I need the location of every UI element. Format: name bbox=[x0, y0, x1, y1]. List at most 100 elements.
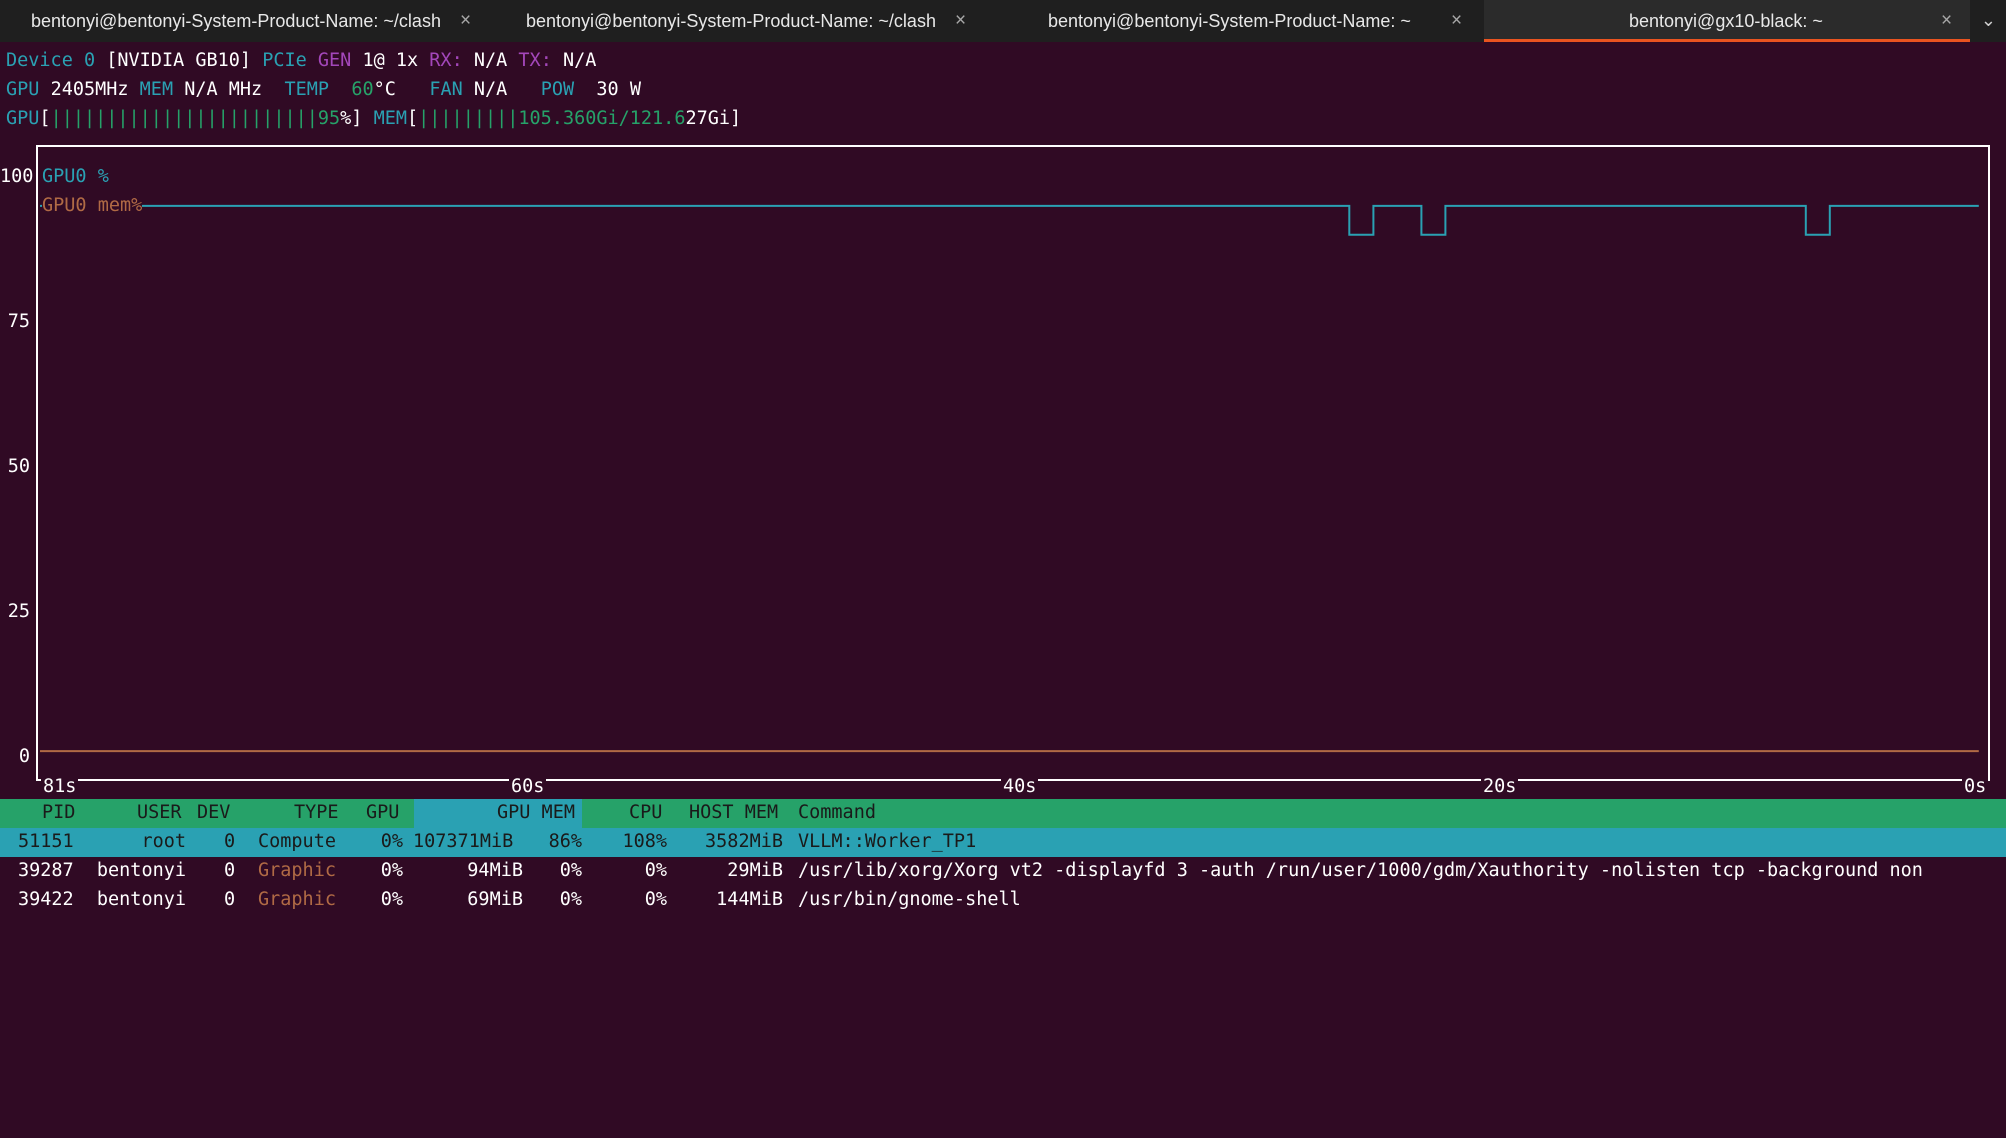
gpu-bar-open: [ bbox=[39, 108, 51, 129]
col-host-mem[interactable]: HOST MEM bbox=[689, 802, 778, 824]
tab-gx10-black[interactable]: bentonyi@gx10-black: ~ × bbox=[1484, 0, 1970, 42]
device-name: [NVIDIA GB10] bbox=[106, 50, 252, 71]
cell-dev: 0 bbox=[224, 860, 236, 881]
terminal-tab-bar: bentonyi@bentonyi-System-Product-Name: ~… bbox=[0, 0, 2006, 42]
gen-value: 1@ 1x bbox=[362, 50, 419, 71]
rx-label: RX: bbox=[429, 50, 463, 71]
cell-host-mem: 29MiB bbox=[727, 860, 783, 881]
cell-gpu: 0% bbox=[380, 860, 403, 881]
y-tick-label: 75 bbox=[7, 311, 30, 332]
device-line: Device 0 [NVIDIA GB10] PCIe GEN 1@ 1x RX… bbox=[6, 50, 596, 72]
device-label: Device bbox=[6, 50, 73, 71]
tab-title: bentonyi@bentonyi-System-Product-Name: ~… bbox=[526, 11, 936, 31]
cell-user: root bbox=[141, 831, 186, 852]
device-index: 0 bbox=[83, 50, 96, 71]
tx-value: N/A bbox=[562, 50, 597, 71]
col-cpu[interactable]: CPU bbox=[629, 802, 662, 824]
tab-clash-2[interactable]: bentonyi@bentonyi-System-Product-Name: ~… bbox=[493, 0, 993, 42]
temp-label: TEMP bbox=[284, 79, 330, 100]
tab-clash-1[interactable]: bentonyi@bentonyi-System-Product-Name: ~… bbox=[0, 0, 493, 42]
pow-label: POW bbox=[540, 79, 575, 100]
cell-cpu: 0% bbox=[644, 889, 667, 910]
gpu-clock-label: GPU bbox=[6, 79, 40, 100]
x-tick-label: 81s bbox=[41, 776, 79, 798]
pcie-label: PCIe bbox=[262, 50, 307, 71]
table-row[interactable]: 39422 bentonyi 0 Graphic 0% 69MiB 0% 0% … bbox=[0, 886, 2006, 915]
cell-cpu: 108% bbox=[622, 831, 667, 852]
cell-gpu-mem: 107371MiB bbox=[413, 831, 514, 852]
table-row[interactable]: 51151 root 0 Compute 0% 107371MiB 86% 10… bbox=[0, 828, 2006, 857]
col-user[interactable]: USER bbox=[137, 802, 182, 824]
mem-bar-close: ] bbox=[730, 108, 742, 129]
cell-pid: 39422 bbox=[18, 889, 74, 910]
cell-gpu-mem-pct: 86% bbox=[548, 831, 582, 852]
close-icon[interactable]: × bbox=[955, 10, 966, 32]
table-row[interactable]: 39287 bentonyi 0 Graphic 0% 94MiB 0% 0% … bbox=[0, 857, 2006, 886]
gen-label: GEN bbox=[317, 50, 352, 71]
rx-value: N/A bbox=[473, 50, 508, 71]
cell-type: Graphic bbox=[258, 860, 336, 881]
cell-type: Graphic bbox=[258, 889, 336, 910]
tab-home[interactable]: bentonyi@bentonyi-System-Product-Name: ~… bbox=[993, 0, 1484, 42]
mem-bar-open: [ bbox=[407, 108, 419, 129]
chevron-down-icon[interactable]: ⌄ bbox=[1981, 10, 1996, 31]
cell-cpu: 0% bbox=[644, 860, 667, 881]
temp-unit: °C bbox=[373, 79, 396, 100]
y-tick-label: 50 bbox=[7, 456, 30, 477]
y-tick-label: 25 bbox=[7, 601, 30, 622]
col-gpu-mem[interactable]: GPU MEM bbox=[497, 802, 575, 824]
col-gpu[interactable]: GPU bbox=[366, 802, 399, 824]
cell-gpu-mem: 94MiB bbox=[467, 860, 523, 881]
tx-label: TX: bbox=[518, 50, 552, 71]
cell-pid: 39287 bbox=[18, 860, 74, 881]
cell-gpu-mem: 69MiB bbox=[467, 889, 523, 910]
usage-bars-line: GPU[||||||||||||||||||||||||95%] MEM[|||… bbox=[6, 108, 741, 130]
close-icon[interactable]: × bbox=[1941, 10, 1952, 32]
cell-pid: 51151 bbox=[18, 831, 74, 852]
col-type[interactable]: TYPE bbox=[294, 802, 339, 824]
cell-gpu: 0% bbox=[380, 889, 403, 910]
mem-clock-label: MEM bbox=[139, 79, 174, 100]
close-icon[interactable]: × bbox=[1451, 10, 1462, 32]
cell-gpu-mem-pct: 0% bbox=[559, 889, 582, 910]
mem-bar-label: MEM bbox=[373, 108, 407, 129]
y-tick-label: 100 bbox=[0, 166, 34, 187]
cell-user: bentonyi bbox=[96, 860, 186, 881]
col-command[interactable]: Command bbox=[798, 802, 876, 824]
y-tick-label: 0 bbox=[18, 746, 30, 767]
col-pid[interactable]: PID bbox=[42, 802, 75, 824]
gpu-bar-close: %] bbox=[340, 108, 363, 129]
mem-total-tail: 27Gi bbox=[685, 108, 731, 129]
cell-command: /usr/bin/gnome-shell bbox=[798, 889, 1021, 910]
cell-type: Compute bbox=[258, 831, 336, 852]
mem-clock-value: N/A MHz bbox=[184, 79, 263, 100]
pow-value: 30 W bbox=[596, 79, 641, 100]
cell-host-mem: 144MiB bbox=[716, 889, 783, 910]
legend-gpu-mem-percent: GPU0 mem% bbox=[42, 195, 143, 217]
gpu-clock-value: 2405MHz bbox=[50, 79, 129, 100]
active-tab-indicator bbox=[1484, 39, 1970, 42]
tab-title: bentonyi@bentonyi-System-Product-Name: ~ bbox=[1048, 11, 1411, 31]
cell-dev: 0 bbox=[224, 831, 236, 852]
cell-gpu: 0% bbox=[380, 831, 403, 852]
temp-value: 60 bbox=[351, 79, 374, 100]
gpu-usage-chart-frame bbox=[36, 145, 1990, 781]
tab-title: bentonyi@bentonyi-System-Product-Name: ~… bbox=[31, 11, 441, 31]
cell-command: VLLM::Worker_TP1 bbox=[798, 831, 977, 852]
gpu-bar-label: GPU bbox=[6, 108, 40, 129]
x-tick-label: 40s bbox=[1001, 776, 1039, 798]
gpu-usage-bar: |||||||||||||||||||||||| bbox=[50, 108, 318, 129]
stats-line: GPU 2405MHz MEM N/A MHz TEMP 60°C FAN N/… bbox=[6, 79, 641, 101]
mem-usage-bar: ||||||||| bbox=[418, 108, 519, 129]
legend-gpu-percent: GPU0 % bbox=[42, 166, 109, 187]
cell-user: bentonyi bbox=[96, 889, 186, 910]
close-icon[interactable]: × bbox=[460, 10, 471, 32]
fan-label: FAN bbox=[429, 79, 463, 100]
x-tick-label: 20s bbox=[1481, 776, 1519, 798]
mem-usage-value: 105.360Gi/121.6 bbox=[518, 108, 686, 129]
col-dev[interactable]: DEV bbox=[197, 802, 230, 824]
cell-command: /usr/lib/xorg/Xorg vt2 -displayfd 3 -aut… bbox=[798, 860, 1923, 881]
cell-dev: 0 bbox=[224, 889, 236, 910]
cell-gpu-mem-pct: 0% bbox=[559, 860, 582, 881]
fan-value: N/A bbox=[473, 79, 508, 100]
